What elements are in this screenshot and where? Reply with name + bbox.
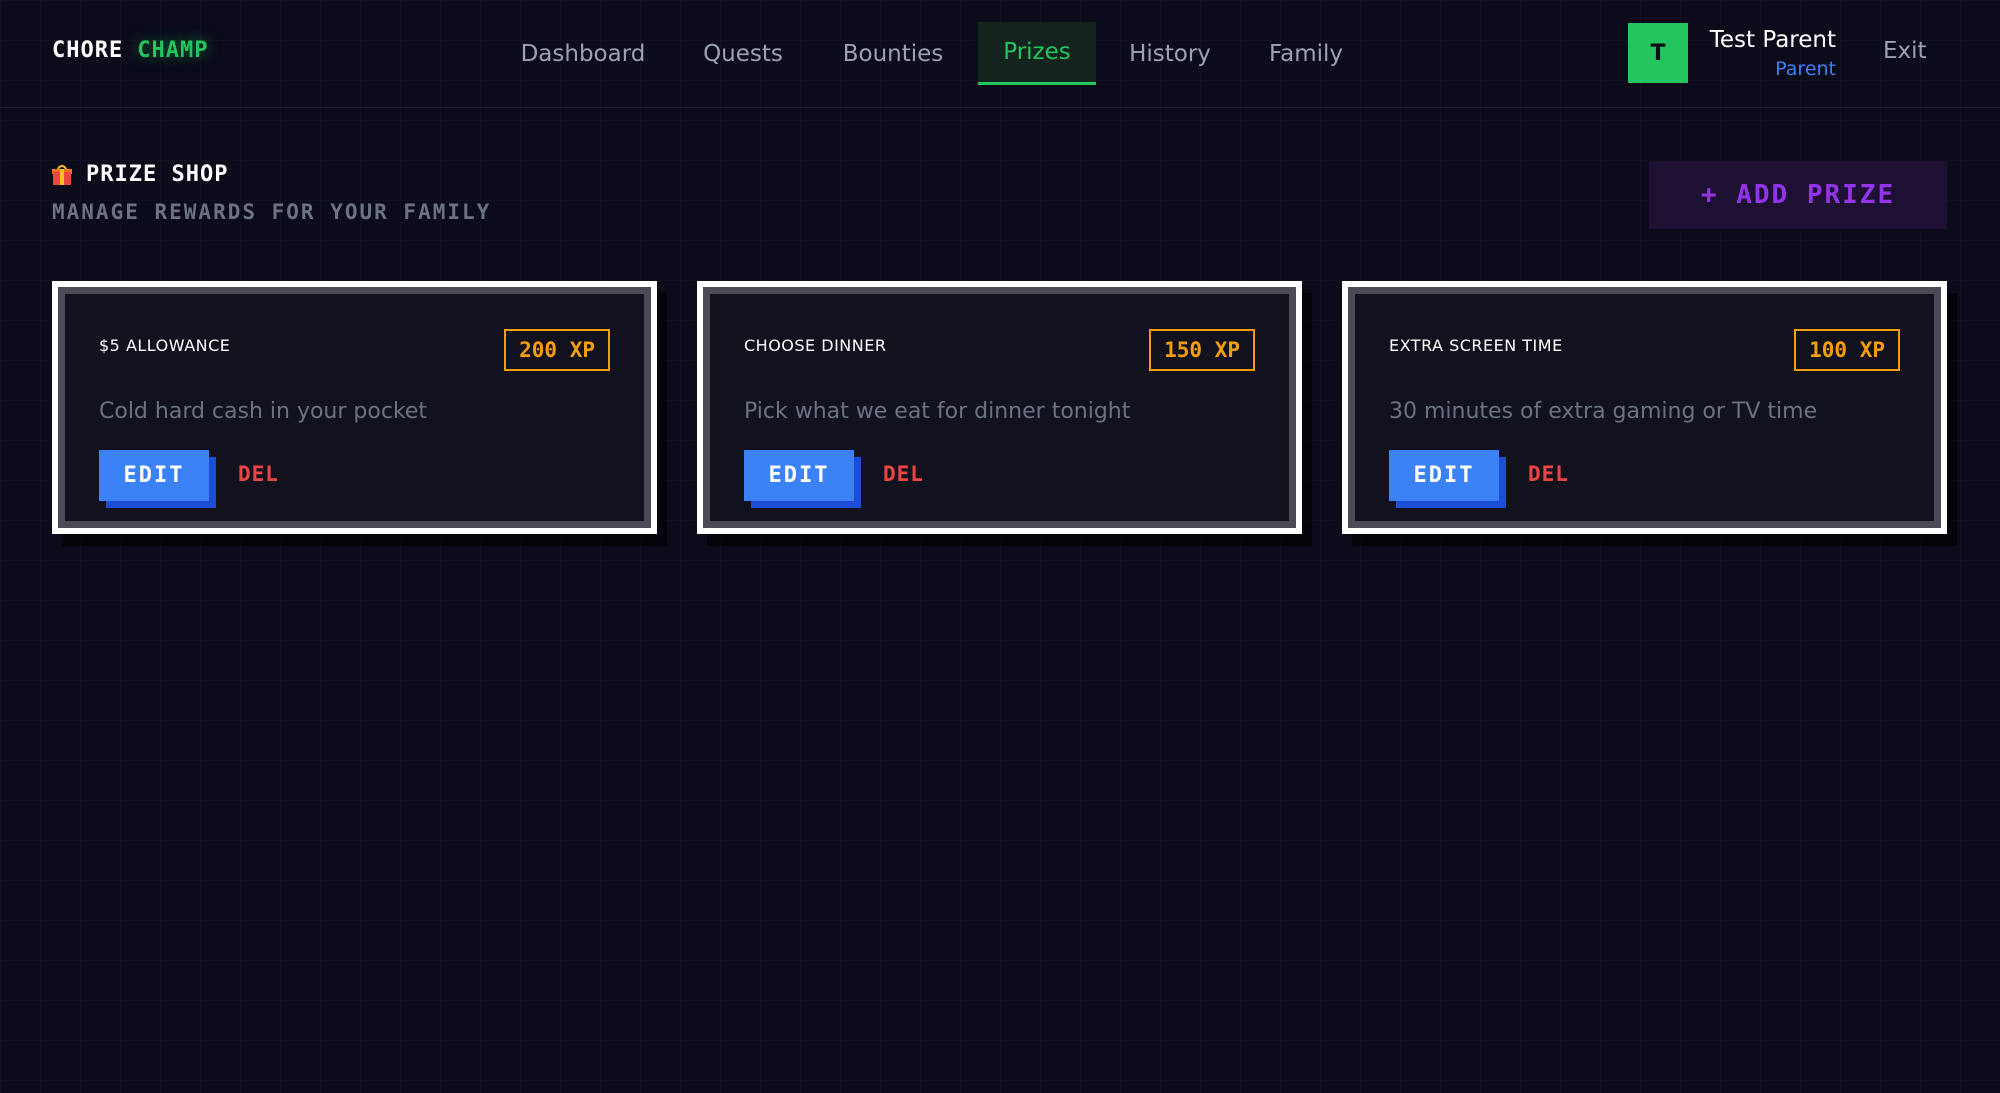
nav-tab-history[interactable]: History xyxy=(1118,22,1222,85)
prize-name: EXTRA SCREEN TIME xyxy=(1389,336,1563,355)
nav-tab-bounties[interactable]: Bounties xyxy=(830,22,956,85)
page-title: PRIZE SHOP xyxy=(52,162,228,187)
prize-description: Pick what we eat for dinner tonight xyxy=(744,399,1131,424)
edit-prize-button[interactable]: EDIT xyxy=(1389,450,1499,501)
user-name: Test Parent xyxy=(1709,27,1836,53)
logo-word-chore: CHORE xyxy=(52,38,124,63)
add-prize-button[interactable]: + ADD PRIZE xyxy=(1649,161,1947,229)
edit-prize-button[interactable]: EDIT xyxy=(99,450,209,501)
edit-button-wrapper: EDIT xyxy=(744,450,862,508)
edit-prize-button[interactable]: EDIT xyxy=(744,450,854,501)
gift-icon xyxy=(52,164,72,185)
prize-xp-badge: 100 XP xyxy=(1794,329,1900,371)
prize-description: 30 minutes of extra gaming or TV time xyxy=(1389,399,1818,424)
prize-card: $5 ALLOWANCE 200 XP Cold hard cash in yo… xyxy=(52,281,657,534)
prize-xp-badge: 200 XP xyxy=(504,329,610,371)
page-title-text: PRIZE SHOP xyxy=(86,162,229,187)
app-logo[interactable]: CHORE CHAMP xyxy=(52,38,208,63)
prize-name: $5 ALLOWANCE xyxy=(99,336,231,355)
edit-button-wrapper: EDIT xyxy=(99,450,217,508)
nav-tab-prizes[interactable]: Prizes xyxy=(978,22,1096,85)
prize-xp-badge: 150 XP xyxy=(1149,329,1255,371)
prize-card: CHOOSE DINNER 150 XP Pick what we eat fo… xyxy=(697,281,1302,534)
prize-card-frame: CHOOSE DINNER 150 XP Pick what we eat fo… xyxy=(703,287,1296,528)
nav-tab-family[interactable]: Family xyxy=(1258,22,1354,85)
user-avatar[interactable]: T xyxy=(1628,23,1688,83)
exit-link[interactable]: Exit xyxy=(1883,38,1927,64)
user-role: Parent xyxy=(1775,58,1836,80)
delete-prize-button[interactable]: DEL xyxy=(238,462,279,486)
prize-description: Cold hard cash in your pocket xyxy=(99,399,428,424)
delete-prize-button[interactable]: DEL xyxy=(883,462,924,486)
edit-button-wrapper: EDIT xyxy=(1389,450,1507,508)
prize-card-frame: EXTRA SCREEN TIME 100 XP 30 minutes of e… xyxy=(1348,287,1941,528)
top-navigation-bar: CHORE CHAMP Dashboard Quests Bounties Pri… xyxy=(0,0,2000,108)
page-subtitle: MANAGE REWARDS FOR YOUR FAMILY xyxy=(52,200,492,224)
nav-tab-quests[interactable]: Quests xyxy=(692,22,794,85)
nav-tab-dashboard[interactable]: Dashboard xyxy=(510,22,656,85)
prize-card: EXTRA SCREEN TIME 100 XP 30 minutes of e… xyxy=(1342,281,1947,534)
delete-prize-button[interactable]: DEL xyxy=(1528,462,1569,486)
prize-card-frame: $5 ALLOWANCE 200 XP Cold hard cash in yo… xyxy=(58,287,651,528)
logo-word-champ: CHAMP xyxy=(137,38,209,63)
prize-name: CHOOSE DINNER xyxy=(744,336,887,355)
